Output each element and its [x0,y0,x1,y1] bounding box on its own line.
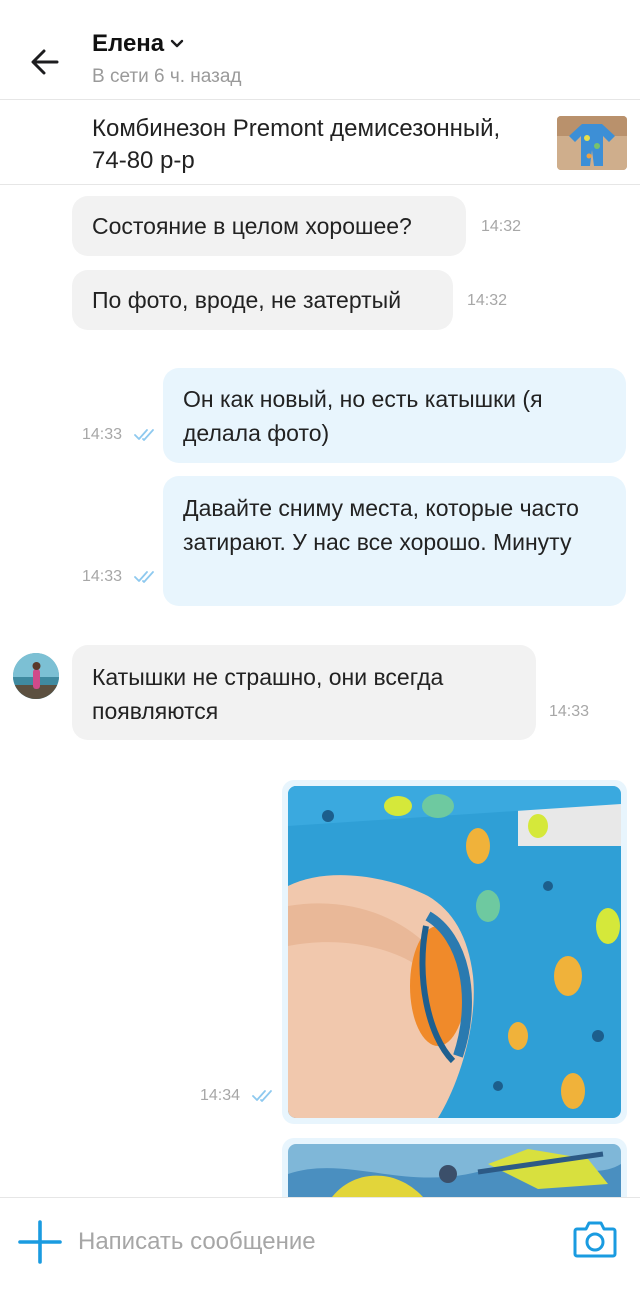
message-text: Катышки не страшно, они всегда появляютс… [92,664,444,724]
back-button[interactable] [22,40,68,84]
incoming-message[interactable]: Состояние в целом хорошее? [72,196,466,256]
message-text: Состояние в целом хорошее? [92,213,412,239]
photo-fabric-closeup [288,786,621,1118]
incoming-message[interactable]: По фото, вроде, не затертый [72,270,453,330]
arrow-left-icon [31,49,59,75]
message-composer [0,1197,640,1300]
message-time: 14:32 [467,292,508,309]
online-status: В сети 6 ч. назад [92,66,242,87]
chevron-down-icon [170,39,184,48]
message-time: 14:34 [200,1087,241,1104]
contact-name: Елена [92,30,165,57]
message-text: По фото, вроде, не затертый [92,287,402,313]
product-banner[interactable]: Комбинезон Premont демисезонный, 74-80 р… [0,101,640,185]
camera-button[interactable] [573,1219,617,1259]
outgoing-message[interactable]: Давайте сниму места, которые часто затир… [163,476,626,606]
incoming-message[interactable]: Катышки не страшно, они всегда появляютс… [72,645,536,740]
outgoing-message[interactable]: Он как новый, но есть катышки (я делала … [163,368,626,463]
product-thumbnail [557,116,627,170]
camera-icon [573,1221,617,1258]
product-title: Комбинезон Premont демисезонный, 74-80 р… [92,115,501,174]
contact-info: Елена В сети 6 ч. назад [92,30,242,88]
message-time: 14:32 [481,218,522,235]
image-message[interactable] [282,780,627,1124]
message-text: Он как новый, но есть катышки (я делала … [183,386,543,446]
message-time: 14:33 [82,568,123,585]
image-message[interactable] [282,1138,627,1203]
read-checkmarks-icon [134,571,154,583]
message-time: 14:33 [549,703,590,720]
plus-icon [18,1220,62,1264]
message-input[interactable] [78,1220,558,1264]
message-text: Давайте сниму места, которые часто затир… [183,495,579,555]
read-checkmarks-icon [134,429,154,441]
chat-header: Елена В сети 6 ч. назад [0,0,640,100]
message-time: 14:33 [82,426,123,443]
photo-fabric-print [288,1144,621,1203]
contact-name-dropdown[interactable]: Елена [92,30,242,58]
avatar[interactable] [13,653,59,699]
attach-button[interactable] [18,1220,62,1264]
read-checkmarks-icon [252,1090,272,1102]
